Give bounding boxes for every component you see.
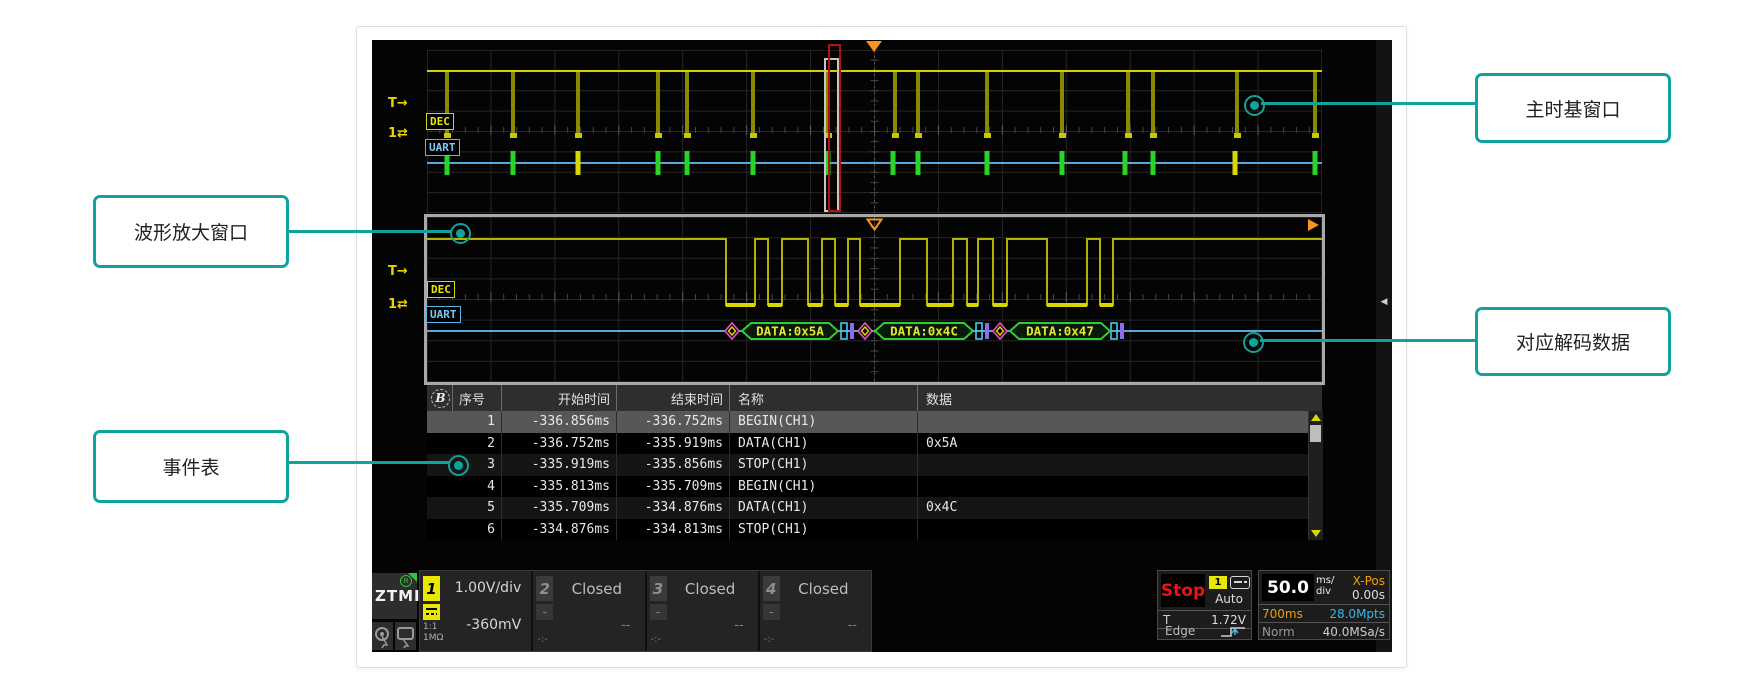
dec-bus-label[interactable]: DEC bbox=[426, 113, 454, 130]
callout-dot-zoom-window bbox=[450, 223, 471, 244]
channel1-position-marker[interactable]: 1⇄ bbox=[388, 126, 408, 141]
channel-2-offset: -- bbox=[621, 618, 630, 633]
scroll-down-icon[interactable] bbox=[1311, 530, 1321, 537]
touch-icon-button[interactable] bbox=[372, 622, 393, 650]
channel-4-block[interactable]: 4 - -:- Closed -- bbox=[760, 571, 871, 651]
dc-coupling-icon bbox=[423, 604, 440, 620]
table-scrollbar[interactable] bbox=[1308, 411, 1323, 540]
rising-edge-icon bbox=[1219, 625, 1247, 638]
channel-3-block[interactable]: 3 - -:- Closed -- bbox=[647, 571, 760, 651]
svg-text:DATA:0x47: DATA:0x47 bbox=[1026, 324, 1094, 339]
channel-4-badge[interactable]: 4 bbox=[763, 576, 780, 601]
channel-4-coupling-dash: - bbox=[763, 604, 780, 620]
trigger-sweep-mode[interactable]: Auto bbox=[1207, 592, 1251, 606]
channel-2-block[interactable]: 2 - -:- Closed -- bbox=[533, 571, 646, 651]
xpos-value: 0.00s bbox=[1352, 588, 1385, 602]
channel-4-offset: -- bbox=[848, 618, 857, 633]
scroll-up-icon[interactable] bbox=[1311, 414, 1321, 421]
table-row[interactable]: 6 -334.876ms -334.813ms STOP(CH1) bbox=[427, 519, 1308, 541]
uart-bus-label[interactable]: UART bbox=[425, 139, 460, 156]
callout-zoom-window: 波形放大窗口 bbox=[93, 195, 289, 268]
svg-text:DATA:0x5A: DATA:0x5A bbox=[756, 324, 824, 339]
channel-status-bar: 1 1:1 1MΩ 1.00V/div -360mV 2 - -:- Close… bbox=[419, 570, 872, 652]
channel-3-status: Closed bbox=[669, 580, 752, 598]
table-row[interactable]: 2 -336.752ms -335.919ms DATA(CH1) 0x5A bbox=[427, 433, 1308, 455]
col-header-name: 名称 bbox=[730, 385, 918, 411]
col-header-start: 开始时间 bbox=[502, 385, 617, 411]
bus-icon-cell: B bbox=[427, 385, 453, 411]
timebase-status-block[interactable]: 50.0 ms/div X-Pos 0.00s 700ms 28.0Mpts N… bbox=[1258, 570, 1390, 640]
channel-1-scale: 1.00V/div bbox=[455, 580, 522, 596]
col-header-data: 数据 bbox=[918, 385, 1308, 411]
channel-2-coupling-dash: - bbox=[536, 604, 553, 620]
zoom-trigger-level-marker[interactable]: T→ bbox=[388, 264, 408, 279]
table-row[interactable]: 5 -335.709ms -334.876ms DATA(CH1) 0x4C bbox=[427, 497, 1308, 519]
svg-text:DATA:0x4C: DATA:0x4C bbox=[890, 324, 958, 339]
run-stop-state[interactable]: Stop bbox=[1161, 574, 1205, 607]
record-points: 28.0Mpts bbox=[1329, 607, 1385, 621]
callout-line-zoom-window bbox=[282, 230, 452, 233]
channel-3-badge[interactable]: 3 bbox=[650, 576, 667, 601]
trigger-source-badge[interactable]: 1 bbox=[1209, 576, 1227, 589]
channel-2-status: Closed bbox=[555, 580, 638, 598]
main-timebase-window bbox=[427, 50, 1322, 213]
channel-4-status: Closed bbox=[782, 580, 865, 598]
col-header-end: 结束时间 bbox=[617, 385, 730, 411]
timebase-scale[interactable]: 50.0 bbox=[1262, 574, 1314, 601]
callout-line-decoded-data bbox=[1260, 339, 1475, 342]
channel-2-probe-dash: -:- bbox=[537, 634, 548, 645]
channel-2-badge[interactable]: 2 bbox=[536, 576, 553, 601]
table-row[interactable]: 4 -335.813ms -335.709ms BEGIN(CH1) bbox=[427, 476, 1308, 498]
side-menu-collapse-icon[interactable]: ◀ bbox=[1376, 296, 1392, 307]
callout-line-main-timebase bbox=[1261, 102, 1475, 105]
channel-4-probe-dash: -:- bbox=[764, 634, 775, 645]
zoom-uart-bus-label[interactable]: UART bbox=[426, 306, 461, 323]
zoom-window-right-arrow-icon bbox=[1308, 219, 1319, 231]
brand-logo: ZTMI bbox=[375, 587, 421, 605]
callout-main-timebase: 主时基窗口 bbox=[1475, 73, 1671, 143]
callout-event-table: 事件表 bbox=[93, 430, 289, 503]
zoom-channel1-position-marker[interactable]: 1⇄ bbox=[388, 297, 408, 312]
trigger-type[interactable]: Edge bbox=[1165, 624, 1195, 638]
brand-logo-tile: ZTMI R bbox=[372, 573, 417, 619]
acquire-mode: Norm bbox=[1262, 625, 1295, 639]
callout-decoded-data: 对应解码数据 bbox=[1475, 307, 1671, 376]
channel-3-probe-dash: -:- bbox=[651, 634, 662, 645]
event-table-header: B 序号 开始时间 结束时间 名称 数据 bbox=[427, 385, 1322, 411]
page: T→ 1⇄ DEC UART DATA:0x5ADATA:0x4CDATA:0x… bbox=[0, 0, 1760, 700]
trigger-level-marker[interactable]: T→ bbox=[388, 96, 408, 111]
trigger-position-icon[interactable] bbox=[866, 41, 882, 52]
timebase-unit: ms/div bbox=[1316, 575, 1334, 597]
channel-1-badge[interactable]: 1 bbox=[423, 576, 440, 601]
table-row[interactable]: 1 -336.856ms -336.752ms BEGIN(CH1) bbox=[427, 411, 1308, 433]
channel-1-offset: -360mV bbox=[466, 617, 521, 633]
record-time: 700ms bbox=[1262, 607, 1303, 621]
scrollbar-thumb[interactable] bbox=[1310, 425, 1321, 442]
callout-line-event-table bbox=[282, 461, 450, 464]
corner-flag-icon bbox=[408, 573, 417, 582]
decode-region-box-red[interactable] bbox=[828, 44, 841, 212]
sample-rate: 40.0MSa/s bbox=[1323, 625, 1385, 639]
zoom-trigger-hollow-icon bbox=[866, 218, 883, 231]
zoom-waveform-window: DATA:0x5A DATA:0x4C DATA:0x47 bbox=[427, 217, 1322, 382]
channel-3-coupling-dash: - bbox=[650, 604, 667, 620]
callout-dot-event-table bbox=[448, 455, 469, 476]
trigger-status-block[interactable]: Stop 1 Auto T 1.72V Edge bbox=[1157, 570, 1252, 640]
col-header-no: 序号 bbox=[453, 385, 502, 411]
xpos-label: X-Pos bbox=[1353, 574, 1385, 588]
callout-dot-main-timebase bbox=[1244, 95, 1265, 116]
table-row[interactable]: 3 -335.919ms -335.856ms STOP(CH1) bbox=[427, 454, 1308, 476]
event-table: B 序号 开始时间 结束时间 名称 数据 1 -336.856ms -336.7… bbox=[427, 385, 1322, 540]
probe-ratio-label: 1:1 1MΩ bbox=[423, 622, 443, 645]
screen-lock-icon-button[interactable] bbox=[395, 622, 416, 650]
channel-1-block[interactable]: 1 1:1 1MΩ 1.00V/div -360mV bbox=[420, 571, 533, 651]
channel-3-offset: -- bbox=[734, 618, 743, 633]
callout-dot-decoded-data bbox=[1243, 332, 1264, 353]
bus-icon bbox=[1230, 576, 1250, 589]
zoom-dec-bus-label[interactable]: DEC bbox=[427, 281, 455, 298]
oscilloscope-screen: T→ 1⇄ DEC UART DATA:0x5ADATA:0x4CDATA:0x… bbox=[372, 40, 1392, 652]
side-menu-strip bbox=[1376, 40, 1392, 652]
bus-b-icon: B bbox=[431, 389, 450, 408]
